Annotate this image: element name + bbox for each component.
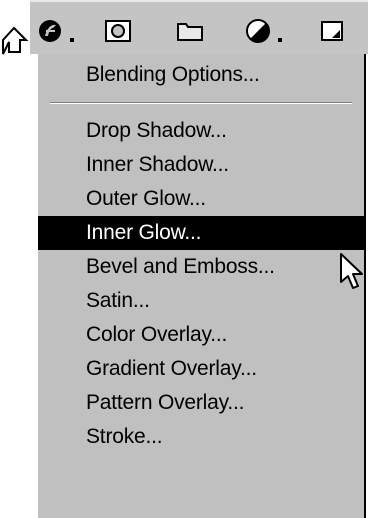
layer-style-button[interactable] [36,16,74,46]
menu-item-pattern-overlay[interactable]: Pattern Overlay... [38,386,364,420]
new-layer-icon [318,18,346,44]
menu-item-inner-shadow[interactable]: Inner Shadow... [38,148,364,182]
dropdown-indicator [70,38,74,42]
new-adjustment-layer-button[interactable] [244,16,282,46]
add-layer-mask-icon [104,18,132,44]
menu-item-inner-glow[interactable]: Inner Glow... [38,216,364,250]
menu-item-satin[interactable]: Satin... [38,284,364,318]
menu-item-drop-shadow[interactable]: Drop Shadow... [38,114,364,148]
mouse-pointer-icon [338,252,366,292]
menu-item-gradient-overlay[interactable]: Gradient Overlay... [38,352,364,386]
menu-separator [50,102,352,104]
menu-item-blending-options[interactable]: Blending Options... [38,58,364,92]
layers-palette-toolbar [30,0,368,54]
dropdown-indicator [278,38,282,42]
adjustment-layer-icon [244,17,274,45]
menu-item-color-overlay[interactable]: Color Overlay... [38,318,364,352]
add-layer-mask-button[interactable] [104,16,132,46]
menu-item-outer-glow[interactable]: Outer Glow... [38,182,364,216]
menu-item-bevel-and-emboss[interactable]: Bevel and Emboss... [38,250,364,284]
layer-style-menu: Blending Options... Drop Shadow... Inner… [36,54,366,518]
layer-set-folder-icon [176,18,204,44]
new-layer-set-button[interactable] [176,16,204,46]
pointer-arrow-icon [0,24,30,58]
layers-palette-area: Blending Options... Drop Shadow... Inner… [0,0,368,518]
menu-item-stroke[interactable]: Stroke... [38,420,364,454]
layer-style-icon [36,17,66,45]
create-new-layer-button[interactable] [318,16,346,46]
